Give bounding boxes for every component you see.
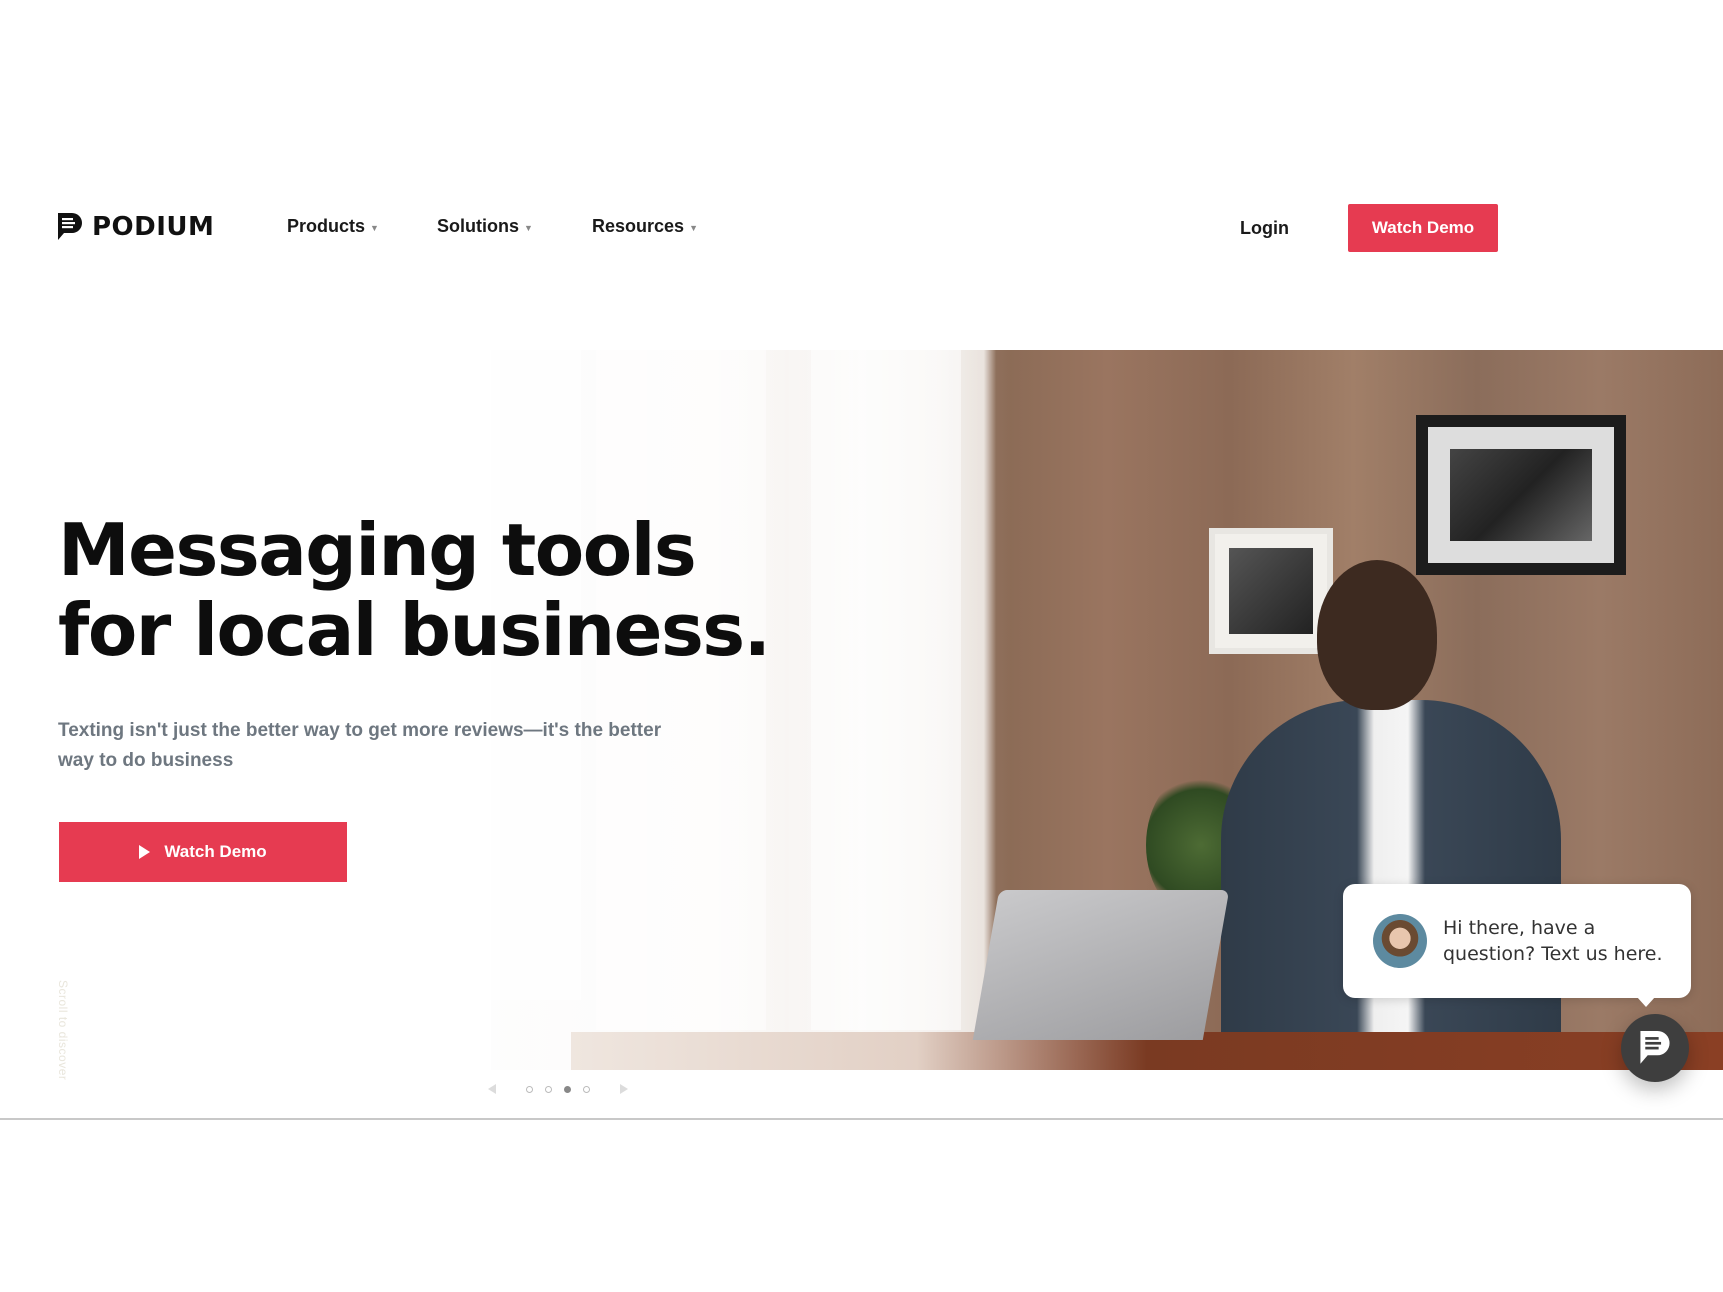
chat-prompt-bubble[interactable]: Hi there, have a question? Text us here. [1343,884,1691,1007]
chat-bubble-icon [1640,1031,1670,1064]
hero-subtext: Texting isn't just the better way to get… [58,720,662,771]
wall-picture-frame [1416,415,1626,575]
nav-products-label: Products [287,216,366,236]
carousel-prev-arrow-icon[interactable] [488,1084,496,1094]
header-watch-demo-button[interactable]: Watch Demo [1348,204,1498,252]
chevron-down-icon: ▼ [524,222,533,233]
podium-logo[interactable]: PODIUM [58,212,214,242]
laptop [972,890,1230,1040]
carousel-controls [488,1084,628,1094]
login-link[interactable]: Login [1240,218,1289,239]
chevron-down-icon: ▼ [689,222,698,233]
hero-headline: Messaging tools for local business. [58,508,771,672]
section-divider [0,1118,1723,1120]
image-fade-overlay [491,350,1011,1070]
podium-logo-icon [58,213,82,240]
play-icon [139,845,151,859]
agent-avatar [1373,914,1427,968]
carousel-dot-3-active[interactable] [564,1085,571,1093]
hero-watch-demo-label: Watch Demo [164,842,267,861]
carousel-dot-1[interactable] [526,1085,533,1093]
headline-line-2: for local business. [58,588,771,672]
logo-text: PODIUM [92,212,215,242]
chevron-down-icon: ▼ [370,222,379,233]
nav-products[interactable]: Products ▼ [287,216,379,237]
carousel-dot-4[interactable] [583,1085,590,1093]
nav-resources[interactable]: Resources ▼ [592,216,698,237]
chat-prompt-text: Hi there, have a question? Text us here. [1443,917,1663,965]
scroll-hint: Scroll to discover [56,980,70,1081]
headline-line-1: Messaging tools [58,508,697,592]
nav-solutions-label: Solutions [437,216,519,236]
nav-solutions[interactable]: Solutions ▼ [437,216,533,237]
chat-launcher-button[interactable] [1621,1014,1689,1082]
carousel-dot-2[interactable] [545,1085,552,1093]
nav-resources-label: Resources [592,216,685,236]
hero-watch-demo-button[interactable]: Watch Demo [59,822,347,882]
carousel-next-arrow-icon[interactable] [620,1084,628,1094]
